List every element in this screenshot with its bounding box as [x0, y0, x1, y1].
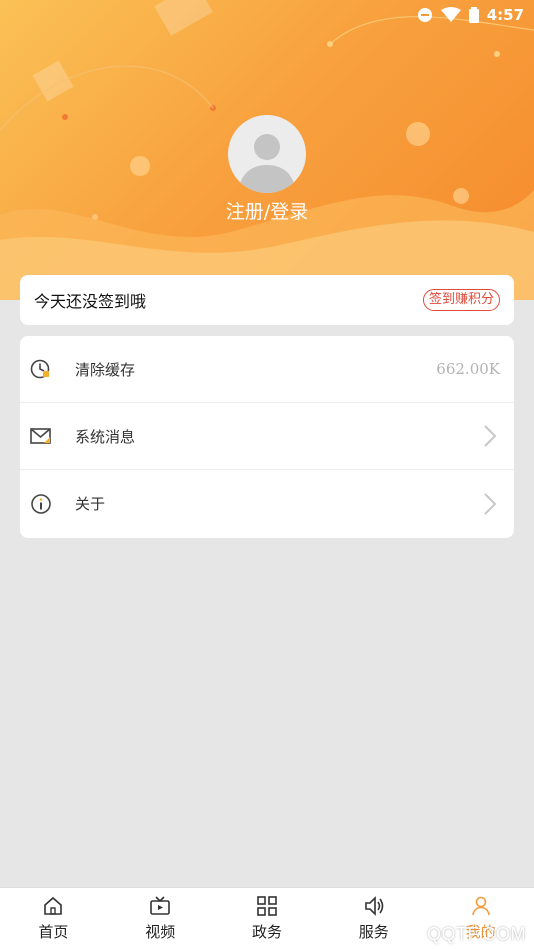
settings-menu: 清除缓存 662.00K 系统消息 关于	[20, 336, 514, 538]
nav-item-home[interactable]: 首页	[0, 888, 107, 949]
battery-icon	[468, 7, 479, 23]
status-time: 4:57	[486, 6, 524, 24]
nav-label: 视频	[145, 923, 176, 941]
speaker-icon	[364, 896, 384, 916]
checkin-button[interactable]: 签到赚积分	[422, 289, 500, 311]
nav-label: 政务	[251, 923, 282, 941]
nav-label: 服务	[358, 923, 389, 941]
checkin-card: 今天还没签到哦 签到赚积分	[20, 275, 514, 325]
grid-icon	[257, 896, 277, 916]
profile-header: 4:57 注册/登录	[0, 0, 534, 300]
cache-size-value: 662.00K	[436, 360, 500, 378]
chevron-right-icon	[484, 425, 497, 447]
menu-item-about[interactable]: 关于	[20, 470, 514, 537]
menu-item-label: 系统消息	[75, 427, 136, 446]
default-avatar-icon	[238, 134, 296, 193]
person-icon	[471, 896, 490, 916]
envelope-icon	[30, 428, 51, 444]
chevron-right-icon	[484, 492, 497, 515]
status-bar: 4:57	[417, 4, 524, 26]
login-register-link[interactable]: 注册/登录	[0, 197, 534, 224]
nav-label: 首页	[38, 923, 69, 941]
info-icon	[31, 493, 51, 514]
home-icon	[44, 896, 63, 915]
watermark: QQTF.COM	[427, 924, 526, 944]
clock-clear-icon	[30, 359, 50, 379]
menu-item-system-messages[interactable]: 系统消息	[20, 403, 514, 470]
tv-icon	[150, 896, 170, 915]
nav-item-government[interactable]: 政务	[214, 888, 321, 949]
menu-item-label: 清除缓存	[75, 360, 136, 379]
nav-item-services[interactable]: 服务	[320, 888, 427, 949]
do-not-disturb-icon	[417, 8, 432, 22]
menu-item-clear-cache[interactable]: 清除缓存 662.00K	[20, 336, 514, 403]
avatar[interactable]	[228, 115, 306, 193]
wifi-icon	[440, 7, 461, 22]
checkin-status-text: 今天还没签到哦	[34, 292, 147, 311]
nav-item-video[interactable]: 视频	[107, 888, 214, 949]
menu-item-label: 关于	[75, 495, 106, 513]
